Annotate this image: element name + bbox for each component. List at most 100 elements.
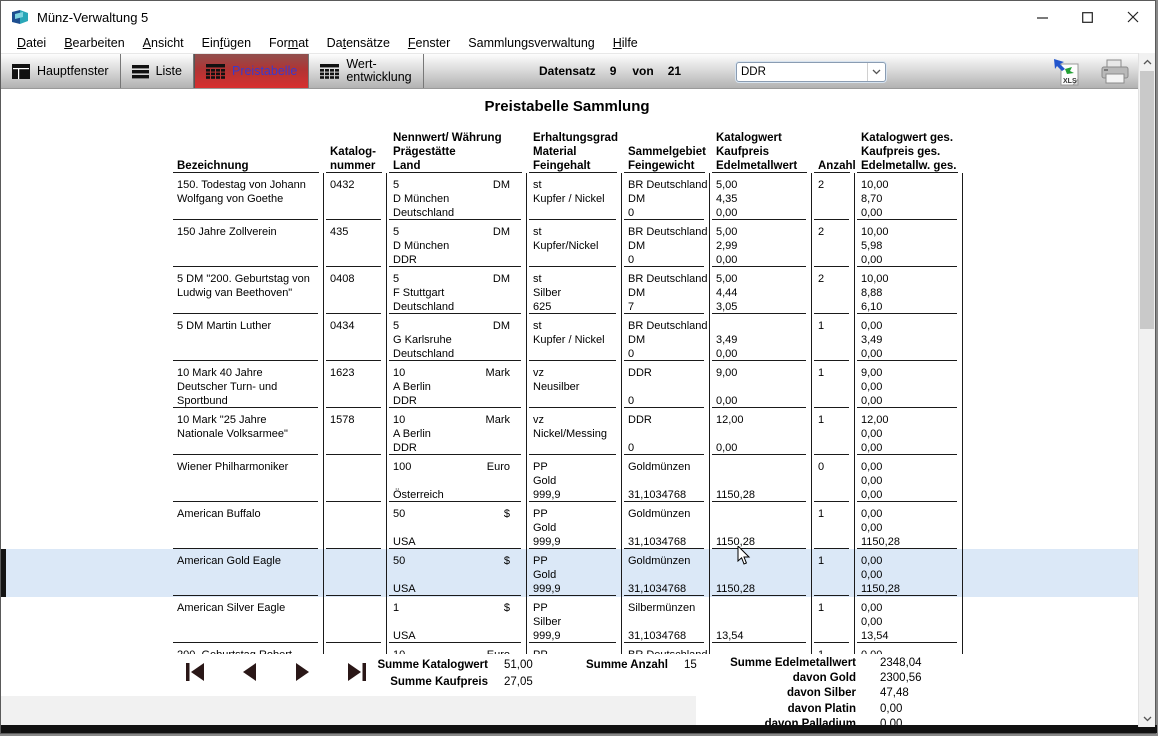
cell-line: DM <box>628 239 705 253</box>
table-row[interactable]: 200. Geburtstag Robert 10Euro PP BR Deut… <box>171 643 963 654</box>
menu-item-ansicht[interactable]: Ansicht <box>134 34 193 52</box>
cell-line: D München <box>393 192 522 206</box>
table-row[interactable]: American Buffalo 50$ USAPPGold999,9Goldm… <box>171 502 963 549</box>
table-row[interactable]: American Silver Eagle 1$ USAPPSilber999,… <box>171 596 963 643</box>
table-row[interactable]: 150. Todestag von Johann Wolfgang von Go… <box>171 173 963 220</box>
cell-line: PP <box>533 460 617 474</box>
next-record-button[interactable] <box>292 662 314 682</box>
cell-line <box>716 474 807 488</box>
menu-item-bearbeiten[interactable]: Bearbeiten <box>55 34 133 52</box>
table-row[interactable]: 10 Mark 40 Jahre Deutscher Turn- und Spo… <box>171 361 963 408</box>
cell-line <box>393 474 522 488</box>
menu-item-format[interactable]: Format <box>260 34 318 52</box>
export-xls-button[interactable]: XLS <box>1049 57 1085 87</box>
nennwert: 5 <box>393 319 399 333</box>
cell-line: st <box>533 272 617 286</box>
vertical-scrollbar[interactable] <box>1138 53 1155 727</box>
cell-bezeichnung: 150 Jahre Zollverein <box>171 220 324 267</box>
cell-line: Gold <box>533 568 617 582</box>
coin-name: 150 Jahre Zollverein <box>177 225 319 239</box>
cell-line: vz <box>533 413 617 427</box>
table-row[interactable]: Wiener Philharmoniker 100Euro Österreich… <box>171 455 963 502</box>
cell-line: 31,1034768 <box>628 488 705 502</box>
price-table: Bezeichnung Katalog-nummerNennwert/ Währ… <box>171 129 963 654</box>
cell-line: 5,00 <box>716 178 807 192</box>
cell-line: USA <box>393 535 522 549</box>
scrollbar-thumb[interactable] <box>1140 71 1154 329</box>
cell-line: 1 <box>818 648 850 654</box>
menu-item-hilfe[interactable]: Hilfe <box>604 34 647 52</box>
menu-item-datenstze[interactable]: Datensätze <box>318 34 399 52</box>
menu-item-datei[interactable]: Datei <box>8 34 55 52</box>
close-button[interactable] <box>1110 1 1155 33</box>
window-controls <box>1020 1 1155 33</box>
column-header-line: Feingewicht <box>628 159 710 173</box>
table-row[interactable]: 5 DM "200. Geburtstag von Ludwig van Bee… <box>171 267 963 314</box>
toolbar-button-label: Hauptfenster <box>37 65 109 78</box>
previous-record-button[interactable] <box>238 662 260 682</box>
cell-gesamtwerte: 0,000,001150,28 <box>855 502 963 549</box>
breakdown-value: 0,00 <box>856 703 902 715</box>
cell-line: DDR <box>393 394 522 408</box>
cell-line: 4,44 <box>716 286 807 300</box>
table-row[interactable]: American Gold Eagle 50$ USAPPGold999,9Go… <box>171 549 963 596</box>
first-record-button[interactable] <box>184 662 206 682</box>
table-row[interactable]: 10 Mark "25 Jahre Nationale Volksarmee"1… <box>171 408 963 455</box>
maximize-button[interactable] <box>1065 1 1110 33</box>
cell-line: 1150,28 <box>861 582 958 596</box>
scroll-down-arrow[interactable] <box>1139 710 1155 727</box>
collection-filter-select[interactable]: DDR <box>736 62 886 82</box>
column-header-line <box>330 131 387 145</box>
sums-left: Summe Katalogwert 51,00 Summe Kaufpreis … <box>366 656 533 690</box>
cell-line: 0,00 <box>861 253 958 267</box>
column-header-line: Edelmetallw. ges. <box>861 159 963 173</box>
summary-footer: Summe Katalogwert 51,00 Summe Kaufpreis … <box>1 654 1140 729</box>
waehrung: Mark <box>486 366 510 380</box>
cell-line: 2 <box>818 178 850 192</box>
toolbar-button-wertentwicklung[interactable]: Wert- entwicklung <box>309 54 423 88</box>
minimize-button[interactable] <box>1020 1 1065 33</box>
cell-gesamtwerte: 9,000,000,00 <box>855 361 963 408</box>
cell-line: 1150,28 <box>716 488 807 502</box>
waehrung: Euro <box>487 648 510 654</box>
cell-gesamtwerte: 10,008,700,00 <box>855 173 963 220</box>
print-button[interactable] <box>1097 57 1133 87</box>
waehrung: $ <box>504 554 510 568</box>
last-record-button[interactable] <box>346 662 368 682</box>
cell-line: Kupfer/Nickel <box>533 239 617 253</box>
cell-line: st <box>533 319 617 333</box>
cell-anzahl: 1 <box>812 361 855 408</box>
menu-item-einfgen[interactable]: Einfügen <box>193 34 260 52</box>
scroll-up-arrow[interactable] <box>1139 53 1155 70</box>
cell-line: st <box>533 178 617 192</box>
menu-item-fenster[interactable]: Fenster <box>399 34 459 52</box>
svg-text:XLS: XLS <box>1063 78 1077 85</box>
menu-item-sammlungsverwaltung[interactable]: Sammlungsverwaltung <box>459 34 603 52</box>
cell-line: 0,00 <box>861 206 958 220</box>
cell-bezeichnung: 200. Geburtstag Robert <box>171 643 324 654</box>
printer-icon <box>1098 58 1132 86</box>
column-header-line: Katalogwert <box>716 131 812 145</box>
table-row[interactable]: 150 Jahre Zollverein4355DMD MünchenDDRst… <box>171 220 963 267</box>
cell-line: DDR <box>628 366 705 380</box>
cell-line: PP <box>533 601 617 615</box>
waehrung: Mark <box>486 413 510 427</box>
xls-export-icon: XLS <box>1052 58 1082 86</box>
cell-bezeichnung: Wiener Philharmoniker <box>171 455 324 502</box>
coin-name: American Buffalo <box>177 507 319 521</box>
cell-anzahl: 2 <box>812 267 855 314</box>
table-row[interactable]: 5 DM Martin Luther04345DMG KarlsruheDeut… <box>171 314 963 361</box>
cell-line <box>716 554 807 568</box>
cell-line: A Berlin <box>393 380 522 394</box>
cell-line: BR Deutschland <box>628 648 705 654</box>
toolbar-button-preistabelle[interactable]: Preistabelle <box>194 54 309 88</box>
column-header-nennwert: Nennwert/ WährungPrägestätteLand <box>387 129 527 173</box>
toolbar-button-hauptfenster[interactable]: Hauptfenster <box>1 54 121 88</box>
cell-line <box>533 206 617 220</box>
toolbar-button-liste[interactable]: Liste <box>121 54 194 88</box>
column-header-line <box>818 131 855 145</box>
toolbar: Hauptfenster ListePreistabelleWert- entwi… <box>1 53 1140 89</box>
cell-sammelgebiet: DDR 0 <box>622 408 710 455</box>
coin-name: 5 DM "200. Geburtstag von Ludwig van Bee… <box>177 272 319 300</box>
cell-sammelgebiet: BR DeutschlandDM0 <box>622 314 710 361</box>
